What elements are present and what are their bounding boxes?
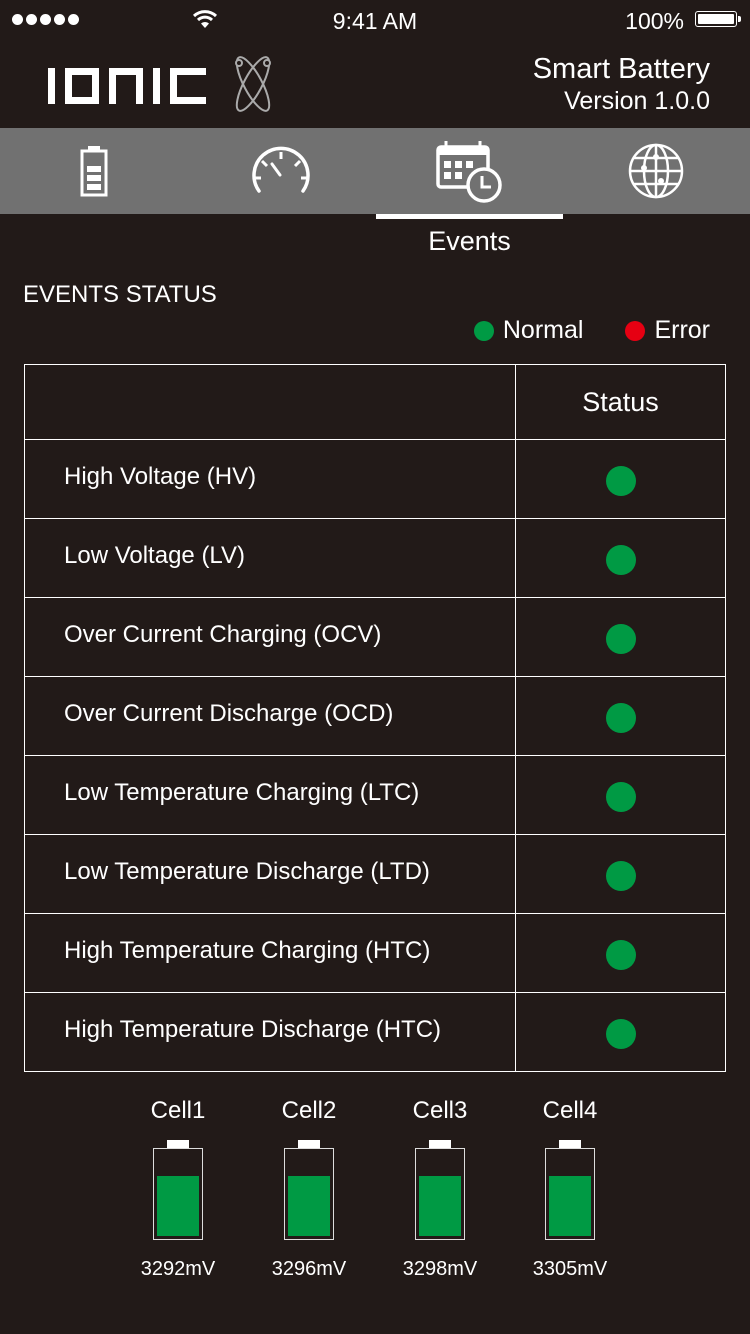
status-indicator-icon [605,624,636,654]
active-tab-indicator [376,214,563,219]
event-name: Low Temperature Discharge (LTD) [24,834,516,914]
tab-global[interactable] [563,128,750,214]
active-tab-label: Events [428,226,511,256]
speedometer-icon [252,146,310,193]
globe-icon [629,143,684,199]
table-row: Low Temperature Discharge (LTD) [24,834,726,914]
event-status-cell [515,676,726,756]
cell-battery-icon [545,1140,595,1240]
cell-voltage: 3298mV [402,1258,478,1280]
legend-error: Error [625,316,710,345]
status-header: Status [515,364,726,440]
cell-charge-level [288,1175,330,1236]
cell-item: Cell3 3298mV [380,1096,500,1281]
event-status-cell [515,439,726,519]
event-status-cell [515,755,726,835]
event-status-cell [515,992,726,1072]
app-header: Smart Battery Version 1.0.0 [0,40,750,128]
status-indicator-icon [605,545,636,575]
table-row: High Voltage (HV) [24,439,726,519]
event-status-cell [515,518,726,598]
legend-error-label: Error [654,316,710,344]
event-name: Low Voltage (LV) [24,518,516,598]
tab-bar [0,128,750,214]
ionic-logo [48,56,271,112]
cell-battery-cap [429,1140,451,1148]
cell-battery-cap [559,1140,581,1148]
events-status-title: EVENTS STATUS [23,281,217,308]
table-row: Low Temperature Charging (LTC) [24,755,726,835]
tab-battery[interactable] [0,128,188,214]
cell-battery-cap [167,1140,189,1148]
app-title: Smart Battery [532,53,710,85]
table-header-row: Status [24,364,726,440]
status-indicator-icon [605,861,636,891]
event-name-header [24,364,516,440]
cell-battery-icon [284,1140,334,1240]
table-row: Over Current Charging (OCV) [24,597,726,677]
status-indicator-icon [605,940,636,970]
event-name: Over Current Discharge (OCD) [24,676,516,756]
tab-events[interactable] [375,128,563,214]
status-bar: 9:41 AM 100% [0,0,750,40]
cell-battery-body [415,1148,465,1240]
table-row: Over Current Discharge (OCD) [24,676,726,756]
atom-orbit-icon [235,56,271,112]
cell-voltage: 3296mV [271,1258,347,1280]
cell-battery-cap [298,1140,320,1148]
cell-label: Cell3 [412,1097,468,1124]
calendar-clock-icon [436,141,502,203]
tab-speed[interactable] [188,128,376,214]
legend-normal: Normal [473,316,584,345]
event-name: Over Current Charging (OCV) [24,597,516,677]
cell-battery-icon [153,1140,203,1240]
cell-voltage: 3305mV [532,1258,608,1280]
cell-item: Cell1 3292mV [118,1096,238,1281]
cell-label: Cell1 [150,1097,206,1124]
app-version: Version 1.0.0 [564,87,710,115]
cell-charge-level [549,1175,591,1236]
cell-item: Cell4 3305mV [510,1096,630,1281]
cell-battery-icon [415,1140,465,1240]
event-name: Low Temperature Charging (LTC) [24,755,516,835]
event-name: High Temperature Discharge (HTC) [24,992,516,1072]
cell-label: Cell2 [281,1097,337,1124]
cell-battery-body [284,1148,334,1240]
battery-icon [80,146,108,197]
status-indicator-icon [605,466,636,496]
event-status-cell [515,913,726,993]
status-indicator-icon [605,1019,636,1049]
status-indicator-icon [605,782,636,812]
table-row: High Temperature Discharge (HTC) [24,992,726,1072]
legend-normal-label: Normal [502,316,584,344]
event-name: High Voltage (HV) [24,439,516,519]
error-dot-icon [625,320,646,341]
table-row: High Temperature Charging (HTC) [24,913,726,993]
status-indicator-icon [605,703,636,733]
events-table: Status High Voltage (HV) Low Voltage (LV)… [24,364,726,1072]
cell-item: Cell2 3296mV [249,1096,369,1281]
battery-full-icon [695,11,741,27]
event-status-cell [515,597,726,677]
status-legend: Normal Error [432,316,710,345]
cell-charge-level [157,1175,199,1236]
battery-percent: 100% [625,8,684,34]
table-row: Low Voltage (LV) [24,518,726,598]
cell-label: Cell4 [542,1097,598,1124]
event-status-cell [515,834,726,914]
cell-charge-level [419,1175,461,1236]
event-name: High Temperature Charging (HTC) [24,913,516,993]
cell-battery-body [153,1148,203,1240]
cell-voltage: 3292mV [140,1258,216,1280]
normal-dot-icon [473,320,494,341]
cell-battery-body [545,1148,595,1240]
